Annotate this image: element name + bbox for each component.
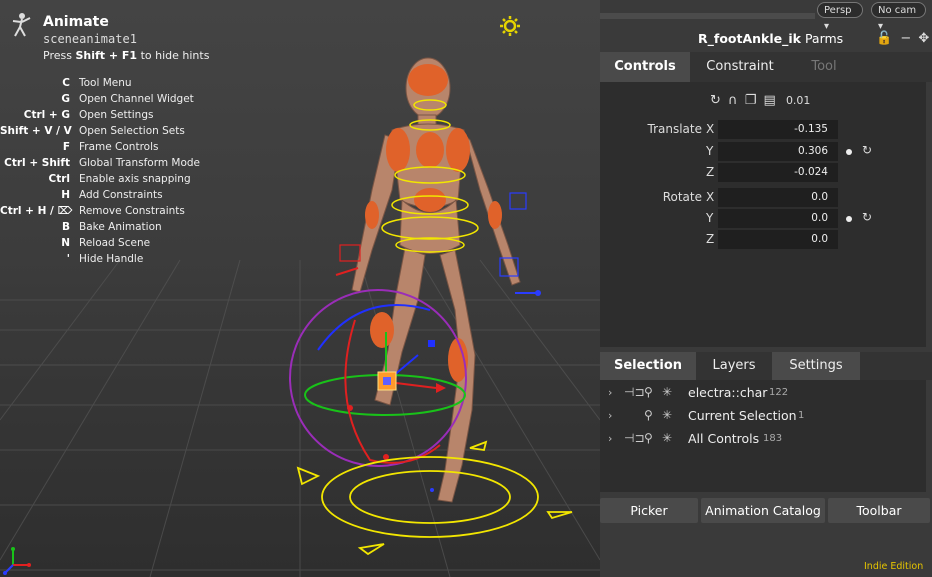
rotate-z-row: Z 0.0 bbox=[600, 230, 926, 250]
tab-controls[interactable]: Controls bbox=[600, 52, 690, 82]
tree-item-count: 183 bbox=[763, 433, 783, 444]
translate-x-row: Translate X -0.135 bbox=[600, 120, 926, 140]
axes-icon[interactable]: ✳ bbox=[662, 408, 672, 422]
reset-translate-icon[interactable]: ↻ bbox=[862, 143, 872, 157]
picker-button[interactable]: Picker bbox=[600, 498, 698, 523]
panel-menu-icon[interactable]: ✥ bbox=[918, 31, 929, 46]
reset-rotate-icon[interactable]: ↻ bbox=[862, 210, 872, 224]
chevron-right-icon[interactable]: › bbox=[608, 409, 612, 422]
controls-panel: ↻ ∩ ❐ ▤ 0.01 Translate X -0.135 Y 0.306 … bbox=[600, 82, 926, 347]
selection-tabs: Selection Layers Settings bbox=[600, 352, 932, 380]
tree-item-label: All Controls bbox=[688, 431, 760, 446]
figure-icon[interactable]: ⚲ bbox=[644, 408, 653, 422]
tree-row-all-controls[interactable]: › ⊣⊐ ⚲ ✳ All Controls 183 bbox=[600, 428, 926, 450]
figure-icon[interactable]: ⚲ bbox=[644, 431, 653, 445]
lock-icon[interactable]: 🔓 bbox=[876, 31, 892, 46]
animation-catalog-button[interactable]: Animation Catalog bbox=[701, 498, 825, 523]
toolbar-button[interactable]: Toolbar bbox=[828, 498, 930, 523]
key-dot-icon[interactable] bbox=[846, 149, 852, 155]
controls-toolrow: ↻ ∩ ❐ ▤ 0.01 bbox=[710, 93, 810, 108]
character-rig[interactable] bbox=[0, 0, 600, 577]
magnet-icon[interactable]: ∩ bbox=[728, 93, 738, 108]
tab-tool: Tool bbox=[811, 59, 837, 74]
rotate-x-row: Rotate X 0.0 bbox=[600, 188, 926, 208]
pin-icon[interactable]: ⊣⊐ bbox=[624, 385, 645, 399]
translate-z-field[interactable]: -0.024 bbox=[718, 163, 838, 182]
chevron-right-icon[interactable]: › bbox=[608, 386, 612, 399]
rotate-label: Rotate bbox=[662, 190, 702, 204]
axis-gizmo-icon bbox=[3, 547, 31, 575]
tab-constraint[interactable]: Constraint bbox=[690, 52, 790, 82]
paste-icon[interactable]: ▤ bbox=[764, 93, 776, 108]
axes-icon[interactable]: ✳ bbox=[662, 385, 672, 399]
tree-item-label: electra::char bbox=[688, 385, 768, 400]
translate-z-row: Z -0.024 bbox=[600, 163, 926, 183]
viewport-toolbar: Persp ▾ No cam ▾ bbox=[600, 0, 932, 32]
scene-viewport[interactable]: Animate sceneanimate1 Press Shift + F1 t… bbox=[0, 0, 600, 577]
tree-row-current-selection[interactable]: › ⚲ ✳ Current Selection 1 bbox=[600, 405, 926, 427]
tree-item-count: 1 bbox=[798, 410, 805, 421]
axes-icon[interactable]: ✳ bbox=[662, 431, 672, 445]
tree-item-count: 122 bbox=[769, 387, 789, 398]
translate-y-row: Y 0.306 ↻ bbox=[600, 142, 926, 162]
parms-tabs: Controls Constraint Tool bbox=[600, 52, 932, 82]
minimize-icon[interactable]: − bbox=[900, 31, 911, 46]
key-dot-icon[interactable] bbox=[846, 216, 852, 222]
pin-icon[interactable]: ⊣⊐ bbox=[624, 431, 645, 445]
tab-selection[interactable]: Selection bbox=[600, 352, 696, 380]
selection-tree: › ⊣⊐ ⚲ ✳ electra::char 122 › ⚲ ✳ Current… bbox=[600, 380, 926, 492]
camera-menu[interactable]: No cam ▾ bbox=[871, 2, 926, 32]
rotate-z-field[interactable]: 0.0 bbox=[718, 230, 838, 249]
chevron-right-icon[interactable]: › bbox=[608, 432, 612, 445]
tree-row-electra[interactable]: › ⊣⊐ ⚲ ✳ electra::char 122 bbox=[600, 382, 926, 404]
edition-label: Indie Edition bbox=[864, 561, 924, 572]
panel-window-controls: 🔓 − ✥ bbox=[876, 31, 929, 46]
parms-title: R_footAnkle_ik Parms bbox=[698, 31, 844, 46]
rotate-y-field[interactable]: 0.0 bbox=[718, 209, 838, 228]
toolbar-divider bbox=[600, 13, 815, 19]
reset-icon[interactable]: ↻ bbox=[710, 93, 721, 108]
copy-icon[interactable]: ❐ bbox=[745, 93, 757, 108]
figure-icon[interactable]: ⚲ bbox=[644, 385, 653, 399]
tab-layers[interactable]: Layers bbox=[696, 352, 772, 380]
view-menu[interactable]: Persp ▾ bbox=[817, 2, 863, 32]
tree-item-label: Current Selection bbox=[688, 408, 797, 423]
tab-settings[interactable]: Settings bbox=[772, 352, 860, 380]
translate-label: Translate bbox=[647, 122, 703, 136]
translate-y-field[interactable]: 0.306 bbox=[718, 142, 838, 161]
right-panel: Persp ▾ No cam ▾ R_footAnkle_ik Parms 🔓 … bbox=[600, 0, 932, 577]
step-value[interactable]: 0.01 bbox=[786, 94, 811, 107]
rotate-y-row: Y 0.0 ↻ bbox=[600, 209, 926, 229]
translate-x-field[interactable]: -0.135 bbox=[718, 120, 838, 139]
rotate-x-field[interactable]: 0.0 bbox=[718, 188, 838, 207]
